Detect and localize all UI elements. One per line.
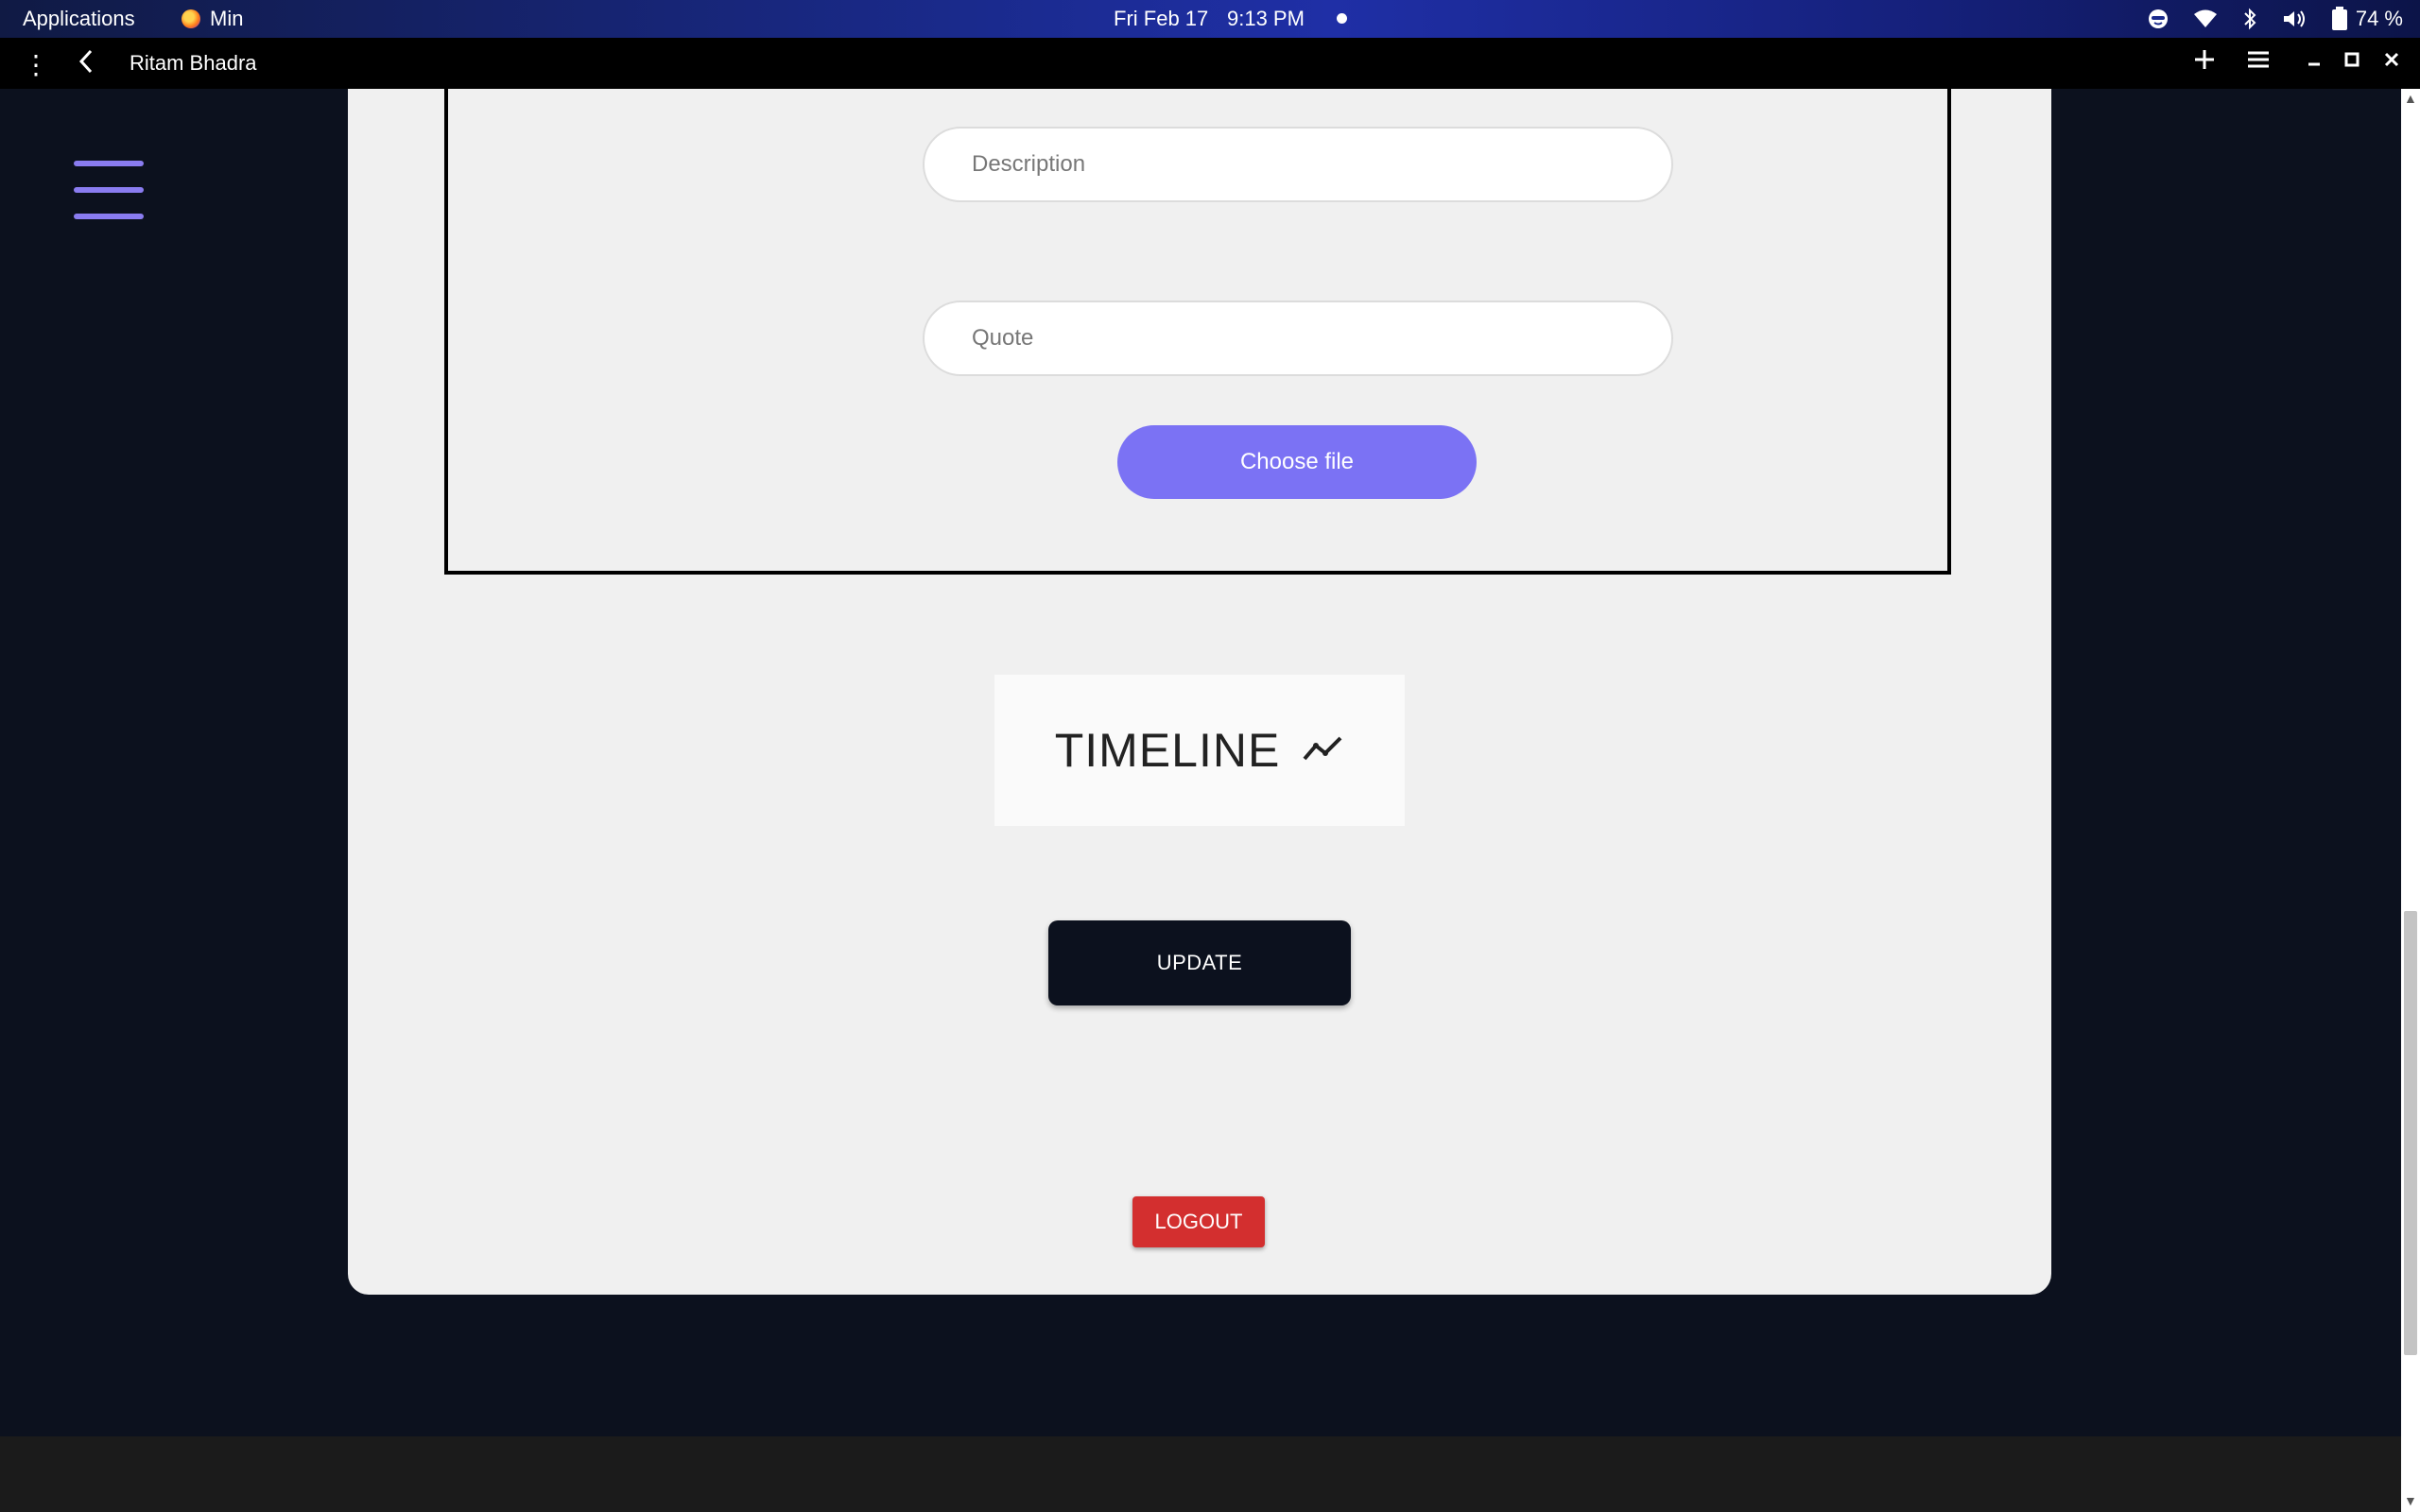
scroll-down-arrow-icon[interactable]: ▼: [2404, 1493, 2417, 1508]
scrollbar-thumb[interactable]: [2404, 911, 2417, 1355]
update-button[interactable]: UPDATE: [1048, 920, 1351, 1005]
web-page: Choose file TIMELINE UPDATE LOGOUT: [0, 89, 2401, 1436]
quote-input[interactable]: [923, 301, 1673, 376]
clock-date[interactable]: Fri Feb 17: [1114, 7, 1208, 31]
tab-title[interactable]: Ritam Bhadra: [130, 51, 257, 76]
timeline-label: TIMELINE: [1054, 724, 1281, 777]
back-button[interactable]: [76, 47, 96, 83]
profile-card: Choose file TIMELINE UPDATE LOGOUT: [348, 89, 2051, 1295]
edit-form-box: Choose file: [444, 89, 1951, 575]
system-tray[interactable]: 74 %: [2148, 0, 2420, 38]
volume-icon[interactable]: [2282, 9, 2307, 29]
scroll-up-arrow-icon[interactable]: ▲: [2404, 91, 2417, 106]
tasks-menu-icon[interactable]: [2246, 45, 2271, 81]
applications-menu[interactable]: Applications: [23, 7, 135, 31]
new-tab-plus-icon[interactable]: [2193, 45, 2216, 81]
timeline-chart-icon: [1301, 732, 1344, 769]
min-browser-icon: [182, 9, 200, 28]
minimize-window-icon[interactable]: [2305, 45, 2324, 81]
bottom-strip: [0, 1436, 2401, 1512]
browser-toolbar: ⋮ Ritam Bhadra: [0, 38, 2420, 89]
battery-indicator[interactable]: 74 %: [2331, 7, 2403, 31]
battery-icon: [2331, 7, 2347, 30]
page-scrollbar[interactable]: ▲ ▼: [2401, 89, 2420, 1512]
logout-button[interactable]: LOGOUT: [1132, 1196, 1265, 1247]
system-top-bar: Applications Min Fri Feb 17 9:13 PM 74 %: [0, 0, 2420, 38]
description-input[interactable]: [923, 127, 1673, 202]
browser-menu-kebab-icon[interactable]: ⋮: [23, 49, 49, 80]
notification-dot-icon: [1337, 13, 1347, 24]
maximize-window-icon[interactable]: [2342, 45, 2361, 81]
hamburger-menu-icon[interactable]: [74, 161, 144, 240]
choose-file-button[interactable]: Choose file: [1117, 425, 1477, 499]
active-app-label: Min: [210, 7, 244, 30]
indicator-face-icon[interactable]: [2148, 9, 2169, 29]
bluetooth-icon[interactable]: [2242, 8, 2257, 30]
clock-time[interactable]: 9:13 PM: [1227, 7, 1305, 31]
wifi-icon[interactable]: [2193, 9, 2218, 29]
timeline-card[interactable]: TIMELINE: [994, 675, 1405, 826]
close-window-icon[interactable]: [2382, 45, 2401, 81]
battery-percent: 74 %: [2355, 7, 2403, 30]
active-app-indicator[interactable]: Min: [182, 7, 243, 31]
